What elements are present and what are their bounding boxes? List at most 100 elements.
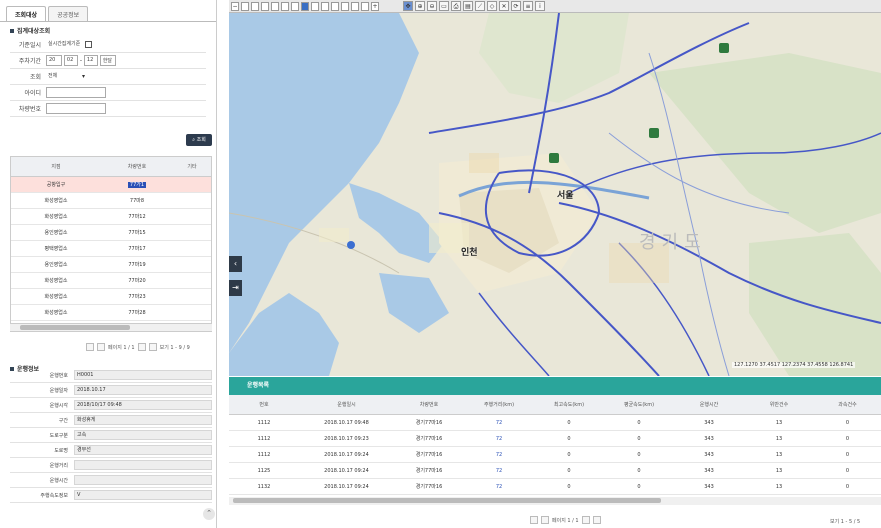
type-select[interactable]: 전체 bbox=[46, 71, 82, 82]
layer-icon[interactable]: ≡ bbox=[523, 1, 533, 11]
table-col-header[interactable]: 차량번호 bbox=[394, 401, 464, 408]
detail-row: 주행속도정보 V bbox=[10, 488, 212, 503]
table-row[interactable]: 화성영업소 77마12 bbox=[11, 209, 211, 225]
zoom-level-11[interactable] bbox=[341, 1, 349, 11]
search-button[interactable]: ⌕ 조회 bbox=[186, 134, 212, 146]
table-row[interactable]: 1125 2018.10.17 09:24 경기77마16 72 0 0 343 13 0 bbox=[229, 463, 881, 479]
measure-distance-icon[interactable]: ⟋ bbox=[475, 1, 485, 11]
grid-cell: 화성영업소 bbox=[44, 294, 68, 300]
map-marker-park-2[interactable] bbox=[549, 153, 559, 163]
table-row[interactable]: 용인영업소 77마19 bbox=[11, 257, 211, 273]
grid-scroll-thumb[interactable] bbox=[20, 325, 130, 330]
table-first-page-button[interactable] bbox=[530, 516, 538, 524]
table-row[interactable]: 화성영업소 77마8 bbox=[11, 193, 211, 209]
grid-col-branch[interactable]: 지점 bbox=[11, 163, 101, 170]
table-cell: 0 bbox=[845, 483, 850, 490]
collapse-up-icon[interactable]: ⌃ bbox=[203, 508, 215, 520]
table-col-header[interactable]: 번호 bbox=[229, 401, 299, 408]
table-row[interactable]: 1112 2018.10.17 09:48 경기77마16 72 0 0 343 13 0 bbox=[229, 415, 881, 431]
table-row[interactable]: 1112 2018.10.17 09:24 경기77마16 72 0 0 343 13 0 bbox=[229, 447, 881, 463]
table-col-header[interactable]: 평균속도(km) bbox=[604, 401, 674, 408]
map-marker-park-3[interactable] bbox=[649, 128, 659, 138]
date-year-input[interactable]: 20 bbox=[46, 55, 62, 66]
panel-title: 운행목록 bbox=[229, 377, 881, 395]
table-page-text: 페이지 1 / 1 bbox=[552, 517, 579, 524]
next-page-button[interactable] bbox=[137, 343, 146, 351]
zoom-in-button[interactable]: + bbox=[371, 1, 379, 11]
zoom-level-4[interactable] bbox=[271, 1, 279, 11]
table-row[interactable]: 공항입구 77가1 bbox=[11, 177, 211, 193]
car-input[interactable] bbox=[46, 103, 106, 114]
pan-icon[interactable]: ✥ bbox=[403, 1, 413, 11]
table-col-header[interactable]: 운행일시 bbox=[299, 401, 394, 408]
map-marker-airport[interactable] bbox=[347, 241, 355, 249]
table-row[interactable]: 화성영업소 77마23 bbox=[11, 289, 211, 305]
measure-area-icon[interactable]: ◇ bbox=[487, 1, 497, 11]
table-scroll-thumb[interactable] bbox=[233, 498, 661, 503]
grid-cell: 화성영업소 bbox=[44, 278, 68, 284]
table-col-header[interactable]: 운행시간 bbox=[674, 401, 744, 408]
zoom-level-3[interactable] bbox=[261, 1, 269, 11]
grid-cell: 77마28 bbox=[128, 310, 146, 316]
zoom-level-current[interactable] bbox=[301, 1, 309, 11]
search-section-title: 집계대상조회 bbox=[0, 22, 216, 37]
fullscreen-icon[interactable]: ▭ bbox=[439, 1, 449, 11]
table-row[interactable]: 용인영업소 77마15 bbox=[11, 225, 211, 241]
zoom-level-9[interactable] bbox=[321, 1, 329, 11]
collapse-left-icon[interactable]: ‹ bbox=[229, 256, 242, 272]
table-col-header[interactable]: 위반건수 bbox=[744, 401, 814, 408]
zoom-out-button[interactable]: − bbox=[231, 1, 239, 11]
save-icon[interactable]: ▤ bbox=[463, 1, 473, 11]
tab-target[interactable]: 조회대상 bbox=[6, 6, 47, 21]
refresh-icon[interactable]: ⟳ bbox=[511, 1, 521, 11]
table-cell: 13 bbox=[775, 467, 783, 474]
calendar-icon[interactable] bbox=[85, 41, 93, 48]
clear-icon[interactable]: ✕ bbox=[499, 1, 509, 11]
table-cell: 0 bbox=[637, 419, 641, 426]
table-cell: 343 bbox=[704, 451, 714, 458]
table-row[interactable]: 1112 2018.10.17 09:23 경기77마16 72 0 0 343 13 0 bbox=[229, 431, 881, 447]
type-label: 조회 bbox=[29, 74, 41, 81]
table-last-page-button[interactable] bbox=[592, 516, 601, 524]
expand-panel-icon[interactable]: ⇥ bbox=[229, 280, 242, 296]
zoom-level-1[interactable] bbox=[241, 1, 249, 11]
tab-public[interactable]: 공공정보 bbox=[48, 6, 89, 21]
table-row[interactable]: 화성영업소 77마28 bbox=[11, 305, 211, 321]
print-icon[interactable]: ⎙ bbox=[451, 1, 461, 11]
table-col-header[interactable]: 최고속도(km) bbox=[534, 401, 604, 408]
chevron-down-icon[interactable]: ▾ bbox=[82, 73, 85, 80]
zoom-level-12[interactable] bbox=[351, 1, 359, 11]
grid-col-etc[interactable]: 기타 bbox=[173, 163, 211, 170]
grid-col-car[interactable]: 차량번호 bbox=[101, 163, 173, 170]
date-month-input[interactable]: 02 bbox=[63, 55, 78, 66]
id-input[interactable] bbox=[46, 87, 106, 98]
table-prev-page-button[interactable] bbox=[541, 516, 549, 524]
date-range-select[interactable]: 한달 bbox=[99, 55, 116, 66]
table-col-header[interactable]: 주행거리(km) bbox=[464, 401, 534, 408]
table-next-page-button[interactable] bbox=[581, 516, 590, 524]
zoom-level-5[interactable] bbox=[281, 1, 289, 11]
zoom-out-box-icon[interactable]: ⊖ bbox=[427, 1, 437, 11]
zoom-level-13[interactable] bbox=[361, 1, 369, 11]
info-icon[interactable]: i bbox=[535, 1, 545, 11]
first-page-button[interactable] bbox=[86, 343, 94, 351]
map-view[interactable]: 인천 서울 경기도 bbox=[229, 13, 881, 376]
table-cell: 0 bbox=[845, 467, 850, 474]
table-col-header[interactable]: 과속건수 bbox=[814, 401, 881, 408]
zoom-level-6[interactable] bbox=[291, 1, 299, 11]
map-marker-park-1[interactable] bbox=[719, 43, 729, 53]
last-page-button[interactable] bbox=[148, 343, 157, 351]
zoom-box-icon[interactable]: ⊕ bbox=[415, 1, 425, 11]
table-row[interactable]: 평택영업소 77마17 bbox=[11, 241, 211, 257]
grid-scrollbar[interactable] bbox=[10, 323, 212, 331]
prev-page-button[interactable] bbox=[97, 343, 105, 351]
detail-row: 운행번호 H0001 bbox=[10, 368, 212, 383]
zoom-level-2[interactable] bbox=[251, 1, 259, 11]
date-day-input[interactable]: 12 bbox=[83, 55, 98, 66]
zoom-level-10[interactable] bbox=[331, 1, 339, 11]
grid-cell: 77마8 bbox=[129, 198, 145, 204]
table-scrollbar[interactable] bbox=[229, 497, 881, 505]
zoom-level-8[interactable] bbox=[311, 1, 319, 11]
table-row[interactable]: 1132 2018.10.17 09:24 경기77마16 72 0 0 343 13 0 bbox=[229, 479, 881, 495]
table-row[interactable]: 화성영업소 77마20 bbox=[11, 273, 211, 289]
